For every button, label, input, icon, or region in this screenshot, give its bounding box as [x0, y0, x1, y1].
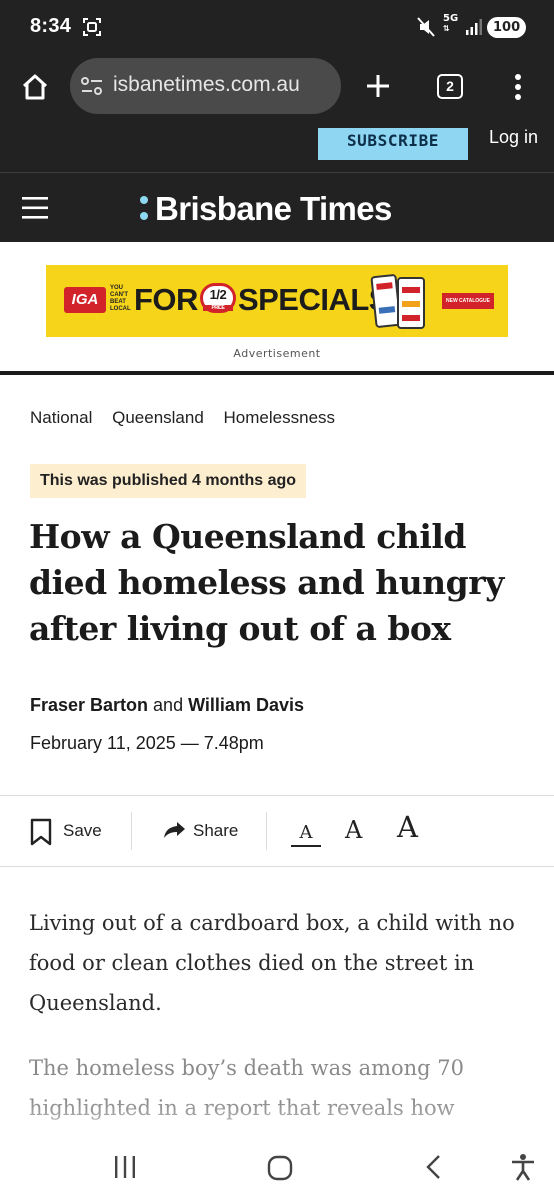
article-headline: How a Queensland child died homeless and… [29, 517, 504, 648]
mute-icon [417, 17, 435, 37]
bookmark-icon [30, 818, 52, 846]
published-age-badge: This was published 4 months ago [30, 464, 307, 498]
system-navigation-bar [0, 1140, 554, 1200]
ad-cta-button[interactable]: NEW CATALOGUE [442, 293, 494, 309]
toolbar-divider [266, 812, 267, 850]
byline-joiner: and [148, 695, 189, 715]
ad-half-number: 1/2 [209, 286, 227, 302]
site-masthead: Brisbane Times [0, 172, 554, 242]
save-label: Save [63, 821, 102, 840]
share-label: Share [193, 821, 239, 840]
toolbar-divider [131, 812, 132, 850]
font-size-medium-button[interactable]: A [345, 816, 362, 844]
hamburger-icon[interactable] [22, 197, 48, 219]
address-bar[interactable]: isbanetimes.com.au [70, 58, 341, 114]
login-link[interactable]: Log in [489, 127, 538, 148]
author-link[interactable]: Fraser Barton [30, 695, 148, 715]
font-size-large-button[interactable]: A [397, 810, 418, 844]
ad-headline: FOR 1/2 PRICE SPECIALS [134, 282, 389, 318]
browser-toolbar: isbanetimes.com.au 2 [0, 58, 554, 118]
network-type-icon: 5G ⇅ [443, 14, 458, 34]
article-paragraph: Living out of a cardboard box, a child w… [29, 911, 515, 1015]
ad-brand-logo: IGA [64, 287, 106, 313]
breadcrumb-national[interactable]: National [30, 408, 92, 427]
plus-icon[interactable] [364, 72, 392, 100]
site-logo-text: Brisbane Times [155, 190, 392, 227]
ad-half-sub: PRICE [202, 304, 233, 311]
tune-icon[interactable] [80, 76, 104, 96]
recents-icon[interactable] [114, 1155, 136, 1179]
byline: Fraser Barton and William Davis [30, 695, 304, 716]
url-text[interactable]: isbanetimes.com.au [113, 73, 300, 97]
font-size-small-button[interactable]: A [291, 822, 321, 847]
status-time: 8:34 [30, 15, 72, 37]
breadcrumb-queensland[interactable]: Queensland [112, 408, 204, 427]
share-arrow-icon [164, 822, 185, 838]
author-link[interactable]: William Davis [188, 695, 304, 715]
half-price-badge-icon: 1/2 PRICE [199, 282, 236, 313]
home-icon[interactable] [20, 72, 50, 102]
section-divider [0, 371, 554, 375]
battery-indicator: 100 [487, 17, 527, 38]
screen-capture-icon [83, 18, 101, 36]
home-nav-icon[interactable] [267, 1155, 293, 1181]
article-toolbar: Save Share A A A [0, 795, 554, 867]
subscribe-button[interactable]: SUBSCRIBE [318, 128, 468, 160]
tab-switcher-button[interactable]: 2 [437, 74, 463, 99]
ad-tagline: YOU CAN'T BEAT LOCAL [110, 285, 131, 312]
site-account-strip: SUBSCRIBE Log in [0, 118, 554, 172]
ad-headline-left: FOR [134, 282, 198, 317]
accessibility-icon[interactable] [510, 1153, 536, 1181]
ad-headline-right: SPECIALS [237, 282, 390, 317]
network-type-label: 5G [443, 13, 459, 24]
publish-date: February 11, 2025 — 7.48pm [30, 733, 264, 753]
status-bar: 8:34 5G ⇅ 100 [0, 0, 554, 58]
back-icon[interactable] [424, 1154, 444, 1180]
content-fade [0, 1100, 554, 1140]
advertisement-label: Advertisement [233, 347, 321, 360]
breadcrumb: National Queensland Homelessness [30, 408, 350, 428]
network-arrows-icon: ⇅ [443, 24, 450, 33]
signal-icon [466, 19, 482, 35]
more-vert-icon[interactable] [512, 72, 524, 102]
breadcrumb-homelessness[interactable]: Homelessness [224, 408, 336, 427]
ad-catalogue-phones-icon [369, 273, 431, 331]
logo-dots-icon [140, 196, 150, 222]
ad-banner[interactable]: IGA YOU CAN'T BEAT LOCAL FOR 1/2 PRICE SPEC… [46, 265, 508, 337]
